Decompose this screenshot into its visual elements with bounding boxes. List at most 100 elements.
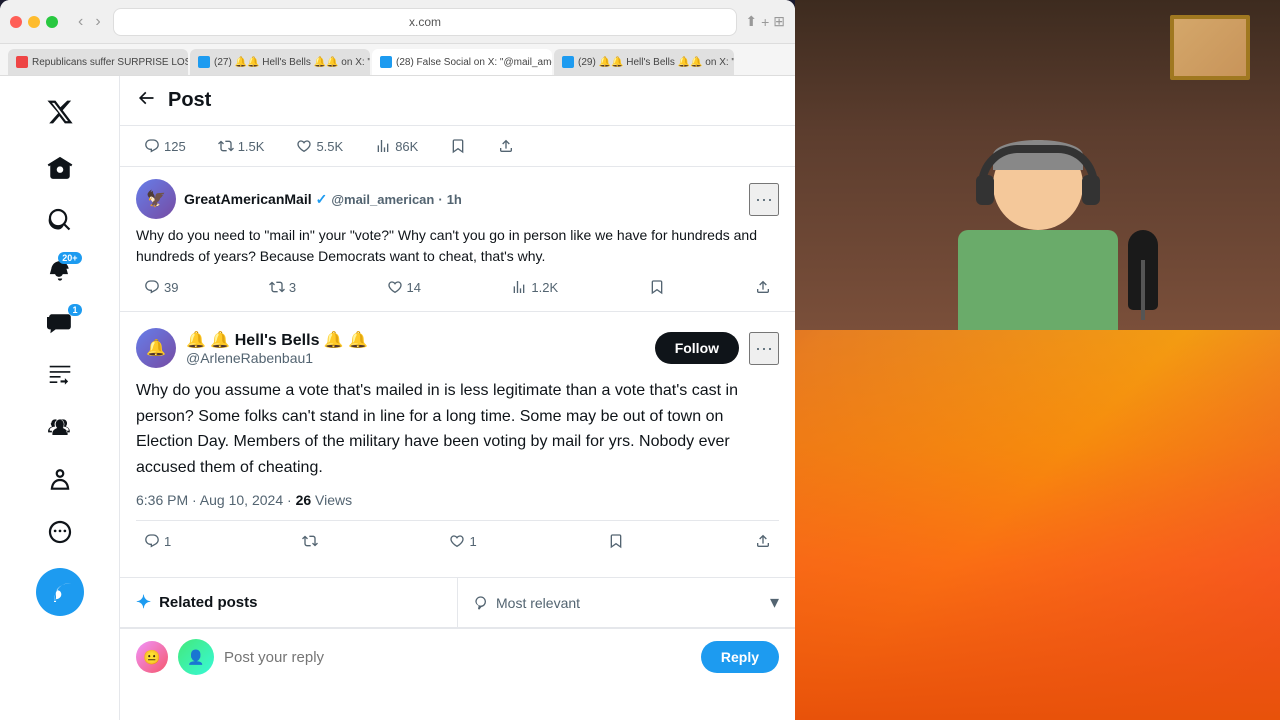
webcam-feed — [795, 0, 1280, 330]
feather-icon — [48, 580, 72, 604]
picture-frame — [1170, 15, 1250, 80]
mic-stand — [1141, 260, 1145, 320]
stats-retweets[interactable]: 1.5K — [210, 134, 273, 158]
original-tweet-more-button[interactable]: ··· — [749, 183, 779, 216]
tab-hells-bells-1[interactable]: (27) 🔔🔔 Hell's Bells 🔔🔔 on X: "@mail_ame… — [190, 49, 370, 75]
x-logo[interactable] — [36, 88, 84, 136]
address-bar[interactable]: x.com — [113, 8, 738, 36]
main-reply-action[interactable]: 1 — [136, 529, 179, 553]
main-tweet-views-count: 26 — [296, 492, 312, 508]
original-tweet-time-value: 1h — [447, 192, 462, 207]
tab-label-2: (28) False Social on X: "@mail_american … — [396, 57, 552, 68]
main-bookmark-icon — [608, 533, 624, 549]
profile-icon — [47, 467, 73, 493]
original-retweet-action[interactable]: 3 — [261, 275, 304, 299]
new-tab-button[interactable]: + — [761, 13, 769, 30]
forward-nav-button[interactable]: › — [91, 11, 104, 33]
reply-button[interactable]: Reply — [701, 641, 779, 673]
picture-inner — [1174, 19, 1246, 76]
tab-label-3: (29) 🔔🔔 Hell's Bells 🔔🔔 on X: "@mail_ame… — [578, 57, 734, 68]
original-reply-action[interactable]: 39 — [136, 275, 186, 299]
timestamp-value: 6:36 PM · Aug 10, 2024 — [136, 492, 283, 508]
main-bookmark-action[interactable] — [600, 529, 632, 553]
tab-label-youtube: Republicans suffer SURPRISE LOSS in cour… — [32, 57, 188, 68]
extensions-button[interactable]: ⊞ — [773, 13, 785, 30]
sidebar-item-communities[interactable] — [36, 404, 84, 452]
tweet-area: Post 125 1.5K 5.5K 86K — [120, 76, 795, 720]
home-icon — [47, 155, 73, 181]
original-bookmark-action[interactable] — [641, 275, 673, 299]
sidebar-item-more[interactable] — [36, 508, 84, 556]
back-nav-button[interactable]: ‹ — [74, 11, 87, 33]
share-action[interactable] — [490, 134, 522, 158]
messages-badge: 1 — [68, 304, 81, 316]
main-tweet-text: Why do you assume a vote that's mailed i… — [136, 378, 779, 480]
original-tweet-author-info: GreatAmericanMail ✓ @mail_american · 1h — [184, 191, 741, 208]
main-tweet-more-button[interactable]: ··· — [749, 332, 779, 365]
stats-likes[interactable]: 5.5K — [288, 134, 351, 158]
original-views-count: 1.2K — [531, 280, 558, 295]
reply-area: 😐 👤 Reply — [120, 628, 795, 685]
sidebar-item-compose[interactable] — [36, 352, 84, 400]
main-like-action[interactable]: 1 — [441, 529, 484, 553]
stats-replies[interactable]: 125 — [136, 134, 194, 158]
original-author-handle: @mail_american — [331, 192, 434, 207]
main-tweet-avatar: 🔔 — [136, 328, 176, 368]
sidebar-item-profile[interactable] — [36, 456, 84, 504]
x-logo-icon — [46, 98, 74, 126]
sidebar-item-notifications[interactable]: 20+ — [36, 248, 84, 296]
related-posts-section[interactable]: ✦ Related posts — [120, 578, 458, 627]
reply-input[interactable] — [224, 649, 691, 666]
main-share-action[interactable] — [747, 529, 779, 553]
tab-favicon-youtube — [16, 56, 28, 68]
reply-icon-small — [144, 138, 160, 154]
close-traffic-light[interactable] — [10, 16, 22, 28]
stats-row: 125 1.5K 5.5K 86K — [120, 126, 795, 167]
post-button[interactable] — [36, 568, 84, 616]
notifications-badge: 20+ — [58, 252, 81, 264]
stats-views-count: 86K — [395, 139, 418, 154]
person-head — [993, 140, 1083, 230]
browser-window: ‹ › x.com ⬆ + ⊞ Republicans suffer SURPR… — [0, 0, 795, 720]
person-shirt — [958, 230, 1118, 330]
tab-false-social[interactable]: (28) False Social on X: "@mail_american … — [372, 49, 552, 75]
main-retweet-icon — [302, 533, 318, 549]
tab-youtube[interactable]: Republicans suffer SURPRISE LOSS in cour… — [8, 49, 188, 75]
sidebar-item-explore[interactable] — [36, 196, 84, 244]
original-like-action[interactable]: 14 — [379, 275, 429, 299]
related-posts-filter[interactable]: Most relevant ▾ — [458, 578, 795, 627]
sidebar-item-messages[interactable]: 1 — [36, 300, 84, 348]
original-tweet-card: 🦅 GreatAmericanMail ✓ @mail_american · 1… — [120, 167, 795, 312]
stats-retweets-count: 1.5K — [238, 139, 265, 154]
right-panel — [795, 0, 1280, 720]
main-tweet-display-name: 🔔 🔔 Hell's Bells 🔔 🔔 — [186, 330, 645, 350]
sidebar-item-home[interactable] — [36, 144, 84, 192]
heart-icon — [387, 279, 403, 295]
original-reply-count: 39 — [164, 280, 178, 295]
tab-hells-bells-2[interactable]: (29) 🔔🔔 Hell's Bells 🔔🔔 on X: "@mail_ame… — [554, 49, 734, 75]
bookmark-action[interactable] — [442, 134, 474, 158]
reply-avatar: 👤 — [178, 639, 214, 675]
share-icon-orig — [755, 279, 771, 295]
related-posts-bar: ✦ Related posts Most relevant ▾ — [120, 578, 795, 628]
original-views-action[interactable]: 1.2K — [503, 275, 566, 299]
fullscreen-traffic-light[interactable] — [46, 16, 58, 28]
back-arrow-icon — [136, 88, 156, 108]
content-area: 20+ 1 — [0, 76, 795, 720]
minimize-traffic-light[interactable] — [28, 16, 40, 28]
heart-icon-small — [296, 138, 312, 154]
stats-views[interactable]: 86K — [367, 134, 426, 158]
back-button[interactable] — [136, 88, 156, 113]
post-header: Post — [120, 76, 795, 126]
share-window-button[interactable]: ⬆ — [745, 13, 757, 30]
original-like-count: 14 — [407, 280, 421, 295]
sidebar: 20+ 1 — [0, 76, 120, 720]
tab-label-1: (27) 🔔🔔 Hell's Bells 🔔🔔 on X: "@mail_ame… — [214, 57, 370, 68]
original-share-action[interactable] — [747, 275, 779, 299]
main-retweet-action[interactable] — [294, 529, 326, 553]
bookmark-icon-orig — [649, 279, 665, 295]
follow-button[interactable]: Follow — [655, 332, 739, 364]
traffic-lights — [10, 16, 58, 28]
url-text: x.com — [409, 15, 441, 29]
search-icon — [47, 207, 73, 233]
